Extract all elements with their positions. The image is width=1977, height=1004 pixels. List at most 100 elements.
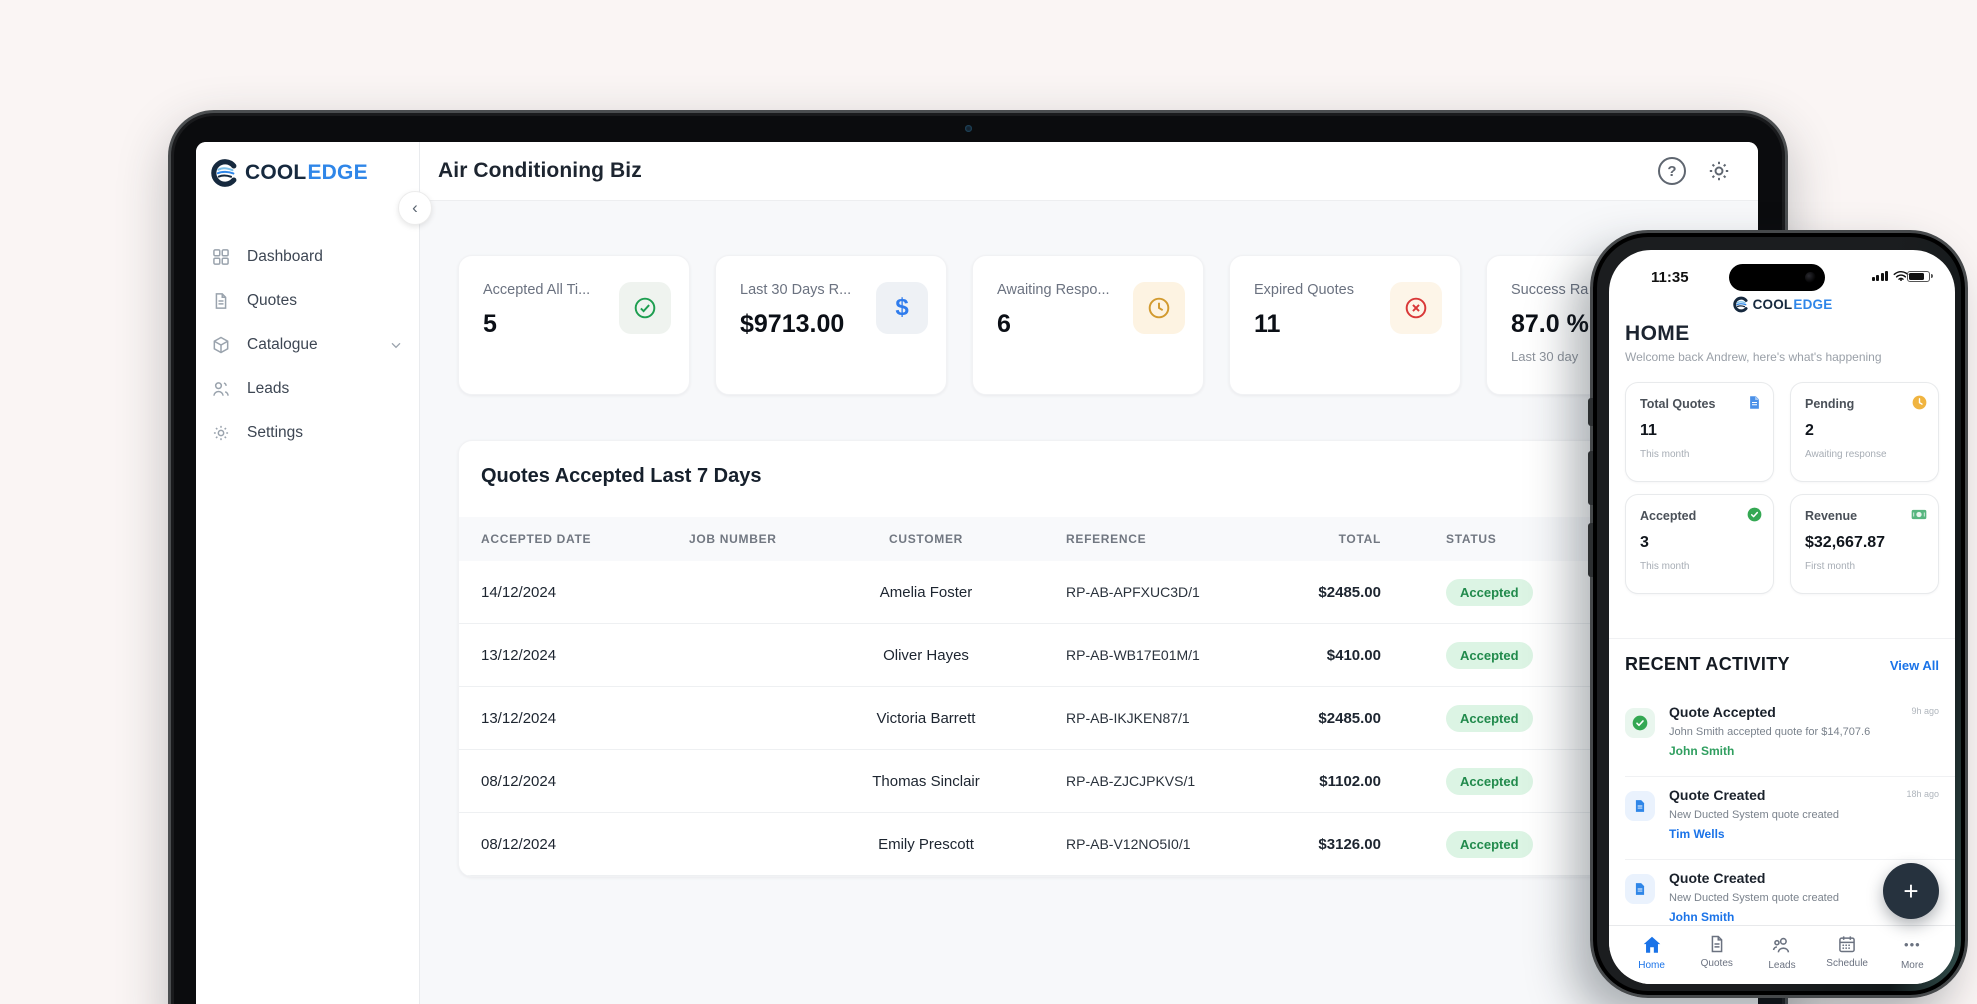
x-circle-icon [1390,282,1442,334]
table-row[interactable]: 13/12/2024 Oliver Hayes RP-AB-WB17E01M/1… [459,624,1725,687]
wifi-icon [1893,270,1902,282]
cell-total: $2485.00 [1301,584,1421,601]
status-badge: Accepted [1446,705,1533,732]
sidebar-item-catalogue[interactable]: Catalogue [196,323,420,367]
signal-icon [1872,271,1889,281]
stat-label: Last 30 Days R... [740,282,890,298]
table-row[interactable]: 08/12/2024 Thomas Sinclair RP-AB-ZJCJPKV… [459,750,1725,813]
divider [1625,776,1955,777]
stat-label: Pending [1805,397,1926,411]
activity-item-quote-accepted[interactable]: Quote Accepted 9h ago John Smith accepte… [1625,702,1939,768]
stat-label: Awaiting Respo... [997,282,1147,298]
status-badge: Accepted [1446,642,1533,669]
column-header: TOTAL [1301,532,1421,546]
cell-accepted-date: 13/12/2024 [481,710,681,727]
battery-tip [1931,274,1933,278]
activity-person-link[interactable]: John Smith [1669,910,1734,924]
phone-welcome-text: Welcome back Andrew, here's what's happe… [1625,350,1882,364]
stat-sublabel: First month [1805,561,1926,572]
quotes-table-card: Quotes Accepted Last 7 Days ACCEPTED DAT… [458,440,1726,877]
activity-description: John Smith accepted quote for $14,707.6 [1669,726,1870,738]
stat-label: Revenue [1805,509,1926,523]
status-badge: Accepted [1446,768,1533,795]
settings-button[interactable] [1706,158,1732,184]
nav-label: More [1901,960,1924,971]
table-row[interactable]: 14/12/2024 Amelia Foster RP-AB-APFXUC3D/… [459,561,1725,624]
cell-reference: RP-AB-IKJKEN87/1 [1031,710,1301,726]
cell-reference: RP-AB-APFXUC3D/1 [1031,584,1301,600]
sidebar-item-dashboard[interactable]: Dashboard [196,235,420,279]
stat-sublabel: This month [1640,449,1761,460]
cooledge-logo-icon [1732,296,1749,313]
tablet-device: COOLEDGE Dashboard Quotes Catalogue [168,110,1788,1004]
people-icon [1771,934,1793,956]
stat-label: Accepted [1640,509,1761,523]
document-icon [1625,791,1655,821]
more-dots-icon: ••• [1904,934,1921,956]
activity-time: 18h ago [1906,789,1939,799]
activity-item-quote-created[interactable]: Quote Created 18h ago New Ducted System … [1625,785,1939,851]
cell-customer: Emily Prescott [821,836,1031,853]
document-icon [1707,934,1727,954]
check-circle-icon [1625,708,1655,738]
nav-item-quotes[interactable]: Quotes [1688,934,1746,984]
table-row[interactable]: 13/12/2024 Victoria Barrett RP-AB-IKJKEN… [459,687,1725,750]
table-row[interactable]: 08/12/2024 Emily Prescott RP-AB-V12NO5I0… [459,813,1725,876]
phone-volume-down-button [1588,523,1593,577]
clock-icon [1133,282,1185,334]
help-button[interactable]: ? [1658,157,1686,185]
activity-person-link[interactable]: Tim Wells [1669,827,1725,841]
phone-status-bar: 11:35 [1609,260,1955,294]
chevron-down-icon [388,337,404,353]
sidebar-item-leads[interactable]: Leads [196,367,420,411]
phone-stat-card-total-quotes: Total Quotes 11 This month [1625,382,1774,482]
phone-device: 11:35 COOLEDGE HOME Welcome back Andrew,… [1590,230,1968,998]
box-icon [211,335,231,355]
cell-customer: Victoria Barrett [821,710,1031,727]
cell-reference: RP-AB-WB17E01M/1 [1031,647,1301,663]
table-title: Quotes Accepted Last 7 Days [481,465,761,488]
nav-label: Schedule [1826,958,1868,969]
sidebar-item-quotes[interactable]: Quotes [196,279,420,323]
stat-value: 2 [1805,422,1926,440]
recent-activity-title: RECENT ACTIVITY [1625,654,1790,675]
stat-value: $32,667.87 [1805,534,1926,552]
status-badge: Accepted [1446,579,1533,606]
activity-title: Quote Created [1669,787,1765,803]
dynamic-island [1729,264,1825,291]
sidebar-item-settings[interactable]: Settings [196,411,420,455]
stat-card-expired-quotes: Expired Quotes 11 [1229,255,1461,395]
cell-customer: Oliver Hayes [821,647,1031,664]
document-icon [1747,395,1762,415]
clock-icon [1912,395,1927,415]
table-header-row: ACCEPTED DATE JOB NUMBER CUSTOMER REFERE… [459,517,1725,561]
nav-item-leads[interactable]: Leads [1753,934,1811,984]
divider [1625,859,1955,860]
activity-person-link[interactable]: John Smith [1669,744,1734,758]
gear-icon [211,423,231,443]
people-icon [211,379,231,399]
camera-lens [1805,272,1816,283]
plus-icon: + [1903,876,1918,907]
battery-icon [1907,271,1930,282]
sidebar-collapse-button[interactable]: ‹ [398,191,432,225]
tablet-screen: COOLEDGE Dashboard Quotes Catalogue [196,142,1758,1004]
view-all-link[interactable]: View All [1890,658,1939,673]
logo-text-edge: EDGE [1793,297,1832,312]
nav-item-home[interactable]: Home [1623,934,1681,984]
gear-icon [1706,158,1732,184]
nav-label: Leads [1768,960,1795,971]
tablet-camera-dot [965,125,972,132]
phone-mute-switch [1588,398,1593,426]
stat-value: 11 [1640,422,1761,440]
add-quote-fab[interactable]: + [1883,863,1939,919]
nav-item-schedule[interactable]: Schedule [1818,934,1876,984]
cooledge-logo: COOLEDGE [209,158,368,188]
nav-item-more[interactable]: ••• More [1883,934,1941,984]
nav-label: Home [1638,960,1665,971]
cell-reference: RP-AB-ZJCJPKVS/1 [1031,773,1301,789]
sidebar-item-label: Leads [247,380,289,398]
cell-total: $410.00 [1301,647,1421,664]
phone-stat-card-pending: Pending 2 Awaiting response [1790,382,1939,482]
phone-volume-up-button [1588,451,1593,505]
